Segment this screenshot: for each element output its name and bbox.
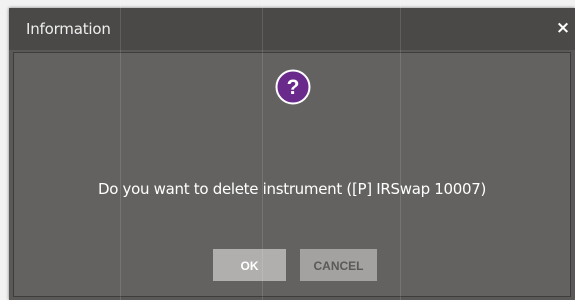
- question-circle-icon: ?: [275, 69, 311, 105]
- dialog-message: Do you want to delete instrument ([P] IR…: [97, 180, 487, 198]
- svg-text:?: ?: [287, 76, 300, 99]
- close-icon[interactable]: ×: [554, 19, 572, 37]
- dialog-title: Information: [26, 20, 111, 38]
- cancel-button[interactable]: CANCEL: [300, 249, 377, 281]
- information-dialog: Information × ? Do you want to delete in…: [9, 8, 575, 300]
- ok-button[interactable]: OK: [213, 249, 286, 281]
- dialog-titlebar: Information ×: [9, 8, 575, 50]
